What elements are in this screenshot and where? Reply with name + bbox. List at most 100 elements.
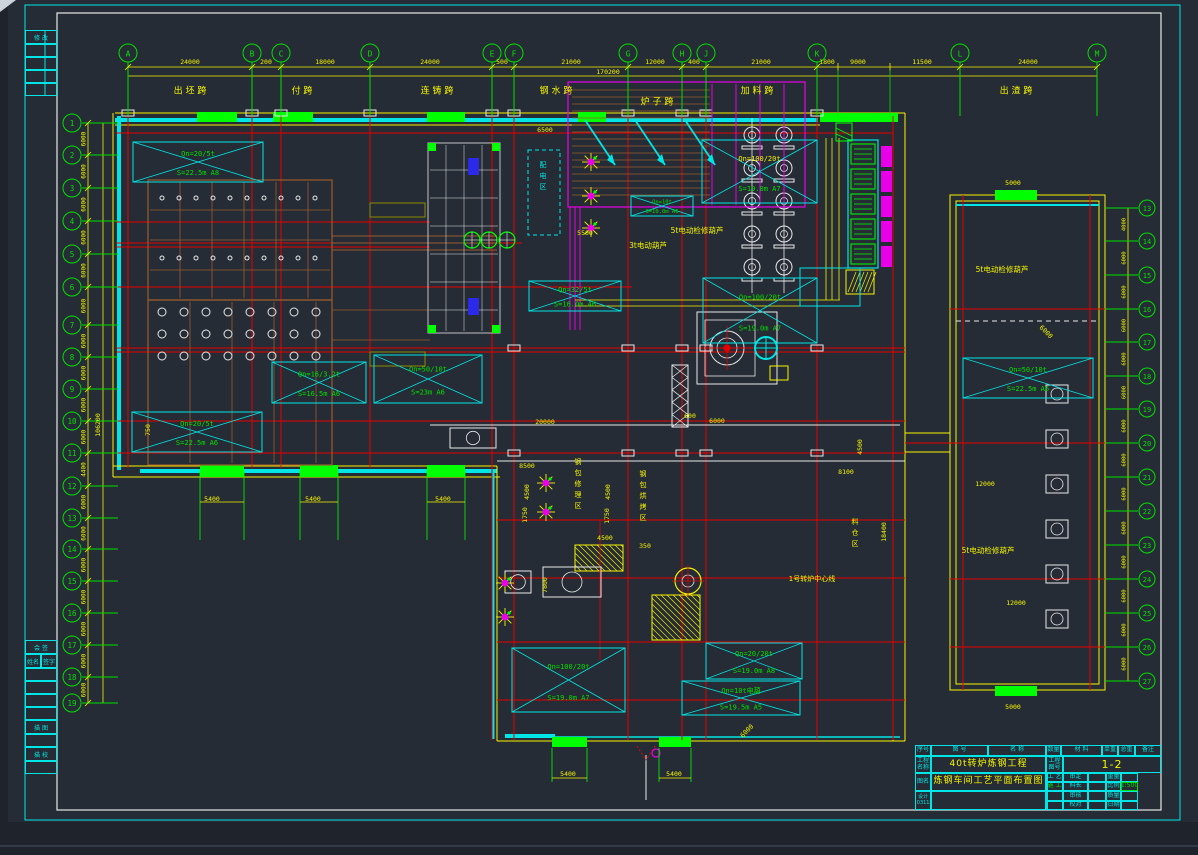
cad-geometry (468, 158, 479, 175)
row-axis-label: 15 (1143, 272, 1151, 280)
cad-geometry (492, 143, 500, 151)
row-axis-label: 24 (1143, 576, 1151, 584)
cad-geometry (370, 203, 425, 217)
dim-label: 9000 (850, 58, 866, 66)
bay-label: 钢 水 跨 (540, 85, 573, 97)
cad-geometry (609, 545, 623, 559)
dim-label: 6000 (1122, 657, 1128, 670)
cad-geometry (268, 352, 276, 360)
dim-label: 5000 (1005, 703, 1021, 711)
dim-label: 24000 (420, 58, 440, 66)
dim-label: 6000 (1122, 555, 1128, 568)
dim-label: 4000 (1122, 218, 1128, 231)
cad-geometry (502, 614, 509, 621)
column-axis-label: B (250, 50, 255, 59)
column-axis-label: M (1095, 50, 1100, 59)
cad-geometry (428, 325, 436, 333)
column-axis-label: L (958, 50, 963, 59)
row-axis-label: 20 (1143, 440, 1151, 448)
dim-label: 12000 (1006, 599, 1026, 607)
crane-span-label: S=22.5m A8 (177, 169, 219, 177)
cad-geometry (1051, 568, 1063, 580)
dim-label: 750 (144, 424, 152, 436)
cad-geometry (245, 256, 249, 260)
cad-geometry (860, 272, 868, 292)
row-axis-label: 17 (1143, 339, 1151, 347)
cad-geometry (1051, 523, 1063, 535)
dim-label: 8500 (519, 462, 535, 470)
area-label: 料仓区 (852, 517, 859, 548)
cad-geometry (848, 272, 856, 292)
row-axis-label: 16 (1143, 306, 1151, 314)
bay-label: 出 渣 跨 (1000, 85, 1033, 97)
row-axis-label: 4 (70, 217, 75, 226)
dim-label: 6000 (81, 298, 88, 313)
door-opening (427, 465, 465, 477)
dim-label: 4500 (604, 484, 612, 500)
cad-geometry (224, 330, 232, 338)
cad-canvas[interactable]: ABCDEFGHJKLM2400020018000240005002100012… (0, 0, 1198, 855)
cad-geometry (224, 352, 232, 360)
dim-label: 6000 (81, 526, 88, 541)
cad-geometry (245, 196, 249, 200)
cad-geometry (262, 256, 266, 260)
cad-text: 包 (640, 480, 647, 489)
column-axis-label: F (512, 50, 517, 59)
dim-label: 5400 (305, 495, 321, 503)
cad-geometry (268, 308, 276, 316)
door-opening (659, 737, 691, 747)
cad-geometry (511, 575, 526, 590)
dim-label: 6000 (1122, 352, 1128, 365)
cad-geometry (202, 330, 210, 338)
centerline-note: 1号转炉中心线 (789, 574, 835, 583)
crane-capacity-label: Qn=100/20t (738, 155, 780, 163)
cad-geometry (468, 298, 479, 315)
hoist-label: 5t电动检修葫芦 (671, 225, 724, 235)
dim-label: 6000 (81, 164, 88, 179)
cad-geometry (0, 0, 8, 855)
cad-geometry (588, 159, 595, 166)
bay-label: 出 坯 跨 (174, 85, 207, 97)
cad-geometry (603, 545, 623, 565)
door-opening (552, 737, 587, 747)
cad-text: 区 (852, 540, 859, 548)
cad-text: 配 (540, 161, 547, 169)
dim-label: 6000 (1122, 487, 1128, 500)
dim-label: 12000 (645, 58, 665, 66)
door-opening (427, 112, 465, 122)
row-axis-label: 7 (70, 321, 75, 330)
dim-label: 5400 (666, 770, 682, 778)
door-opening (820, 113, 898, 122)
cad-geometry (575, 559, 587, 571)
crane-span-label: S=10.0m A6 (645, 209, 678, 215)
dim-label: 5400 (560, 770, 576, 778)
row-axis-label: 16 (67, 609, 77, 618)
cad-geometry (290, 352, 298, 360)
crane-span-label: S=23m A6 (411, 388, 445, 396)
crane-span-label: S=22.5m A6 (1007, 385, 1049, 393)
bay-label: 连 铸 跨 (421, 85, 454, 97)
dim-label: 6000 (1122, 251, 1128, 264)
dim-label: 5400 (204, 495, 220, 503)
cad-geometry (507, 577, 510, 580)
door-opening (273, 112, 313, 122)
dim-label: 21000 (751, 58, 771, 66)
cad-geometry (246, 308, 254, 316)
cad-geometry (160, 196, 164, 200)
crane-capacity-label: Qn=100/20t (547, 663, 589, 671)
dim-label: 6000 (1122, 386, 1128, 399)
cad-geometry (881, 171, 892, 192)
cad-geometry (868, 272, 876, 292)
door-opening (995, 190, 1037, 200)
cad-geometry (652, 598, 694, 640)
row-axis-label: 23 (1143, 542, 1151, 550)
row-axis-label: 25 (1143, 610, 1151, 618)
row-axis-label: 18 (1143, 373, 1151, 381)
row-axis-label: 9 (70, 385, 75, 394)
crane-zone (512, 648, 625, 712)
cad-geometry (202, 308, 210, 316)
column-axis-label: J (704, 50, 709, 59)
column-axis-label: C (279, 50, 284, 59)
dim-label: 6000 (81, 429, 88, 444)
cad-geometry (228, 256, 232, 260)
